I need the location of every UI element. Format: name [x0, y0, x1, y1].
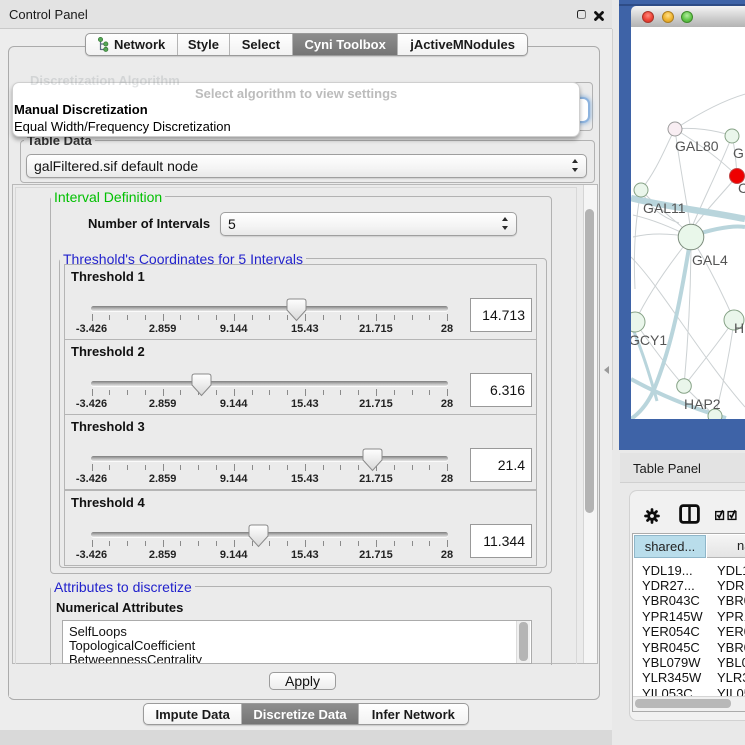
svg-text:H: H [734, 320, 744, 336]
svg-text:GCY1: GCY1 [631, 332, 667, 348]
svg-text:G.: G. [733, 145, 745, 161]
svg-text:GAL11: GAL11 [643, 200, 686, 216]
svg-text:GAL80: GAL80 [675, 138, 719, 154]
svg-text:HAP2: HAP2 [684, 396, 721, 412]
svg-text:C: C [738, 180, 745, 196]
svg-text:GAL4: GAL4 [692, 252, 728, 268]
